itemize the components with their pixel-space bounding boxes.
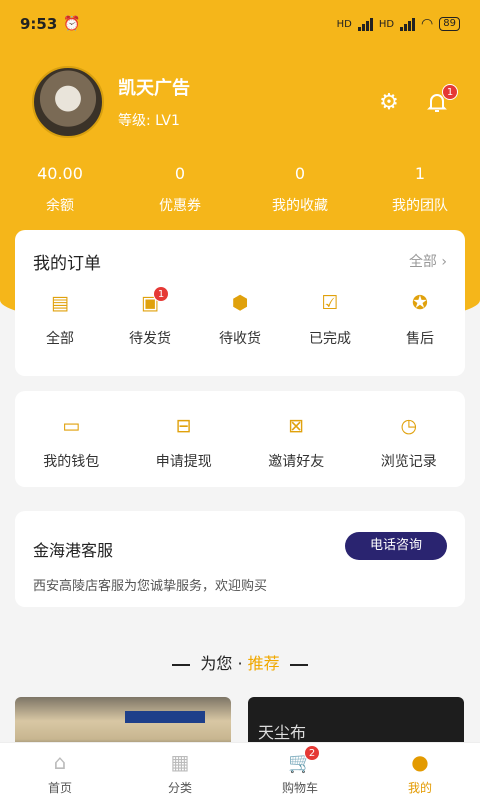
wallet-label: 邀请好友 <box>268 454 325 470</box>
invite-icon: ⊠ <box>288 415 305 437</box>
home-icon: ⌂ <box>53 750 67 774</box>
recommend-highlight: 推荐 <box>247 654 280 673</box>
wallet-label: 我的钱包 <box>43 454 100 470</box>
tab-cart[interactable]: 🛒 2 购物车 <box>240 743 360 800</box>
tab-label: 首页 <box>47 781 72 795</box>
stat-label: 余额 <box>46 198 74 214</box>
tab-label: 我的 <box>407 781 432 795</box>
user-level: 等级: LV1 <box>118 113 180 129</box>
gear-icon[interactable]: ⚙ <box>376 90 402 116</box>
profile-header: 凯天广告 等级: LV1 <box>32 66 190 138</box>
order-label: 已完成 <box>309 331 351 347</box>
package-icon: ▣ 1 <box>139 286 169 314</box>
wifi-icon: ◠ <box>421 16 434 32</box>
phone-consult-button[interactable]: 电话咨询 <box>345 532 447 560</box>
tab-label: 购物车 <box>281 781 318 795</box>
order-aftersale-button[interactable]: ✪ 售后 <box>375 292 465 348</box>
orders-title: 我的订单 <box>33 253 101 274</box>
clock-icon: ◷ <box>400 415 418 437</box>
tab-home[interactable]: ⌂ 首页 <box>0 743 120 800</box>
bottom-tab-bar: ⌂ 首页 ▦ 分类 🛒 2 购物车 ● 我的 <box>0 742 480 800</box>
stat-balance[interactable]: 40.00 余额 <box>0 164 120 215</box>
hd-label-2: HD <box>378 18 395 30</box>
clipboard-icon: ▤ <box>51 292 69 314</box>
divider <box>289 663 308 666</box>
bell-icon[interactable]: 1 <box>424 84 458 116</box>
divider <box>172 663 191 666</box>
service-title: 金海港客服 <box>33 541 114 560</box>
battery-icon: 89 <box>439 17 460 31</box>
wallet-label: 浏览记录 <box>380 454 437 470</box>
profile-icon: ● <box>411 750 429 774</box>
my-wallet-button[interactable]: ▭ 我的钱包 <box>15 415 128 471</box>
tab-profile[interactable]: ● 我的 <box>360 743 480 800</box>
product-image-text: 天尘布 <box>258 723 307 742</box>
invite-friends-button[interactable]: ⊠ 邀请好友 <box>240 415 353 471</box>
status-time: 9:53 <box>20 15 58 33</box>
stat-favorites[interactable]: 0 我的收藏 <box>240 164 360 215</box>
order-badge: 1 <box>153 286 169 302</box>
stat-value: 40.00 <box>37 164 83 183</box>
order-to-ship-button[interactable]: ▣ 1 待发货 <box>105 286 195 348</box>
order-all-button[interactable]: ▤ 全部 <box>15 292 105 348</box>
order-to-receive-button[interactable]: ⬢ 待收货 <box>195 292 285 348</box>
tab-category[interactable]: ▦ 分类 <box>120 743 240 800</box>
order-label: 全部 <box>46 331 74 347</box>
customer-service-card: 金海港客服 电话咨询 西安高陵店客服为您诚挚服务，欢迎购买 <box>15 511 465 607</box>
signal-icon <box>357 17 373 31</box>
category-icon: ▦ <box>170 750 190 774</box>
stat-value: 1 <box>414 164 426 183</box>
tab-label: 分类 <box>167 781 192 795</box>
order-label: 待收货 <box>219 331 261 347</box>
check-icon: ☑ <box>321 292 339 314</box>
stat-label: 我的团队 <box>392 198 448 214</box>
product-image <box>125 711 205 723</box>
stat-label: 优惠券 <box>159 198 201 214</box>
order-label: 待发货 <box>129 331 171 347</box>
stat-team[interactable]: 1 我的团队 <box>360 164 480 215</box>
orders-card: 我的订单 全部 › ▤ 全部 ▣ 1 待发货 ⬢ 待收货 ☑ 已完成 ✪ 售后 <box>15 230 465 376</box>
orders-all-link[interactable]: 全部 › <box>409 251 447 271</box>
status-bar: 9:53 ⏰ HD HD ◠ 89 <box>0 0 480 48</box>
box-icon: ⬢ <box>231 292 249 314</box>
signal-icon-2 <box>400 17 416 31</box>
stat-label: 我的收藏 <box>272 198 328 214</box>
alarm-icon: ⏰ <box>63 16 81 32</box>
wallet-icon: ▭ <box>62 415 81 437</box>
history-button[interactable]: ◷ 浏览记录 <box>353 415 466 471</box>
wallet-card: ▭ 我的钱包 ⊟ 申请提现 ⊠ 邀请好友 ◷ 浏览记录 <box>15 391 465 487</box>
username: 凯天广告 <box>118 78 190 99</box>
notification-badge: 1 <box>442 84 458 100</box>
order-label: 售后 <box>406 331 434 347</box>
cart-icon: 🛒 2 <box>288 745 320 773</box>
wrench-icon: ✪ <box>412 292 428 314</box>
withdraw-icon: ⊟ <box>175 415 192 437</box>
wallet-label: 申请提现 <box>155 454 212 470</box>
stats-row: 40.00 余额 0 优惠券 0 我的收藏 1 我的团队 <box>0 164 480 215</box>
recommend-heading: 为您 · 推荐 <box>0 650 480 674</box>
recommend-prefix: 为您 · <box>200 654 248 673</box>
stat-value: 0 <box>294 164 306 183</box>
withdraw-button[interactable]: ⊟ 申请提现 <box>128 415 241 471</box>
hd-label: HD <box>336 18 352 30</box>
stat-value: 0 <box>174 164 186 183</box>
cart-badge: 2 <box>304 745 320 761</box>
avatar[interactable] <box>32 66 104 138</box>
service-description: 西安高陵店客服为您诚挚服务，欢迎购买 <box>33 579 268 594</box>
order-completed-button[interactable]: ☑ 已完成 <box>285 292 375 348</box>
stat-coupons[interactable]: 0 优惠券 <box>120 164 240 215</box>
